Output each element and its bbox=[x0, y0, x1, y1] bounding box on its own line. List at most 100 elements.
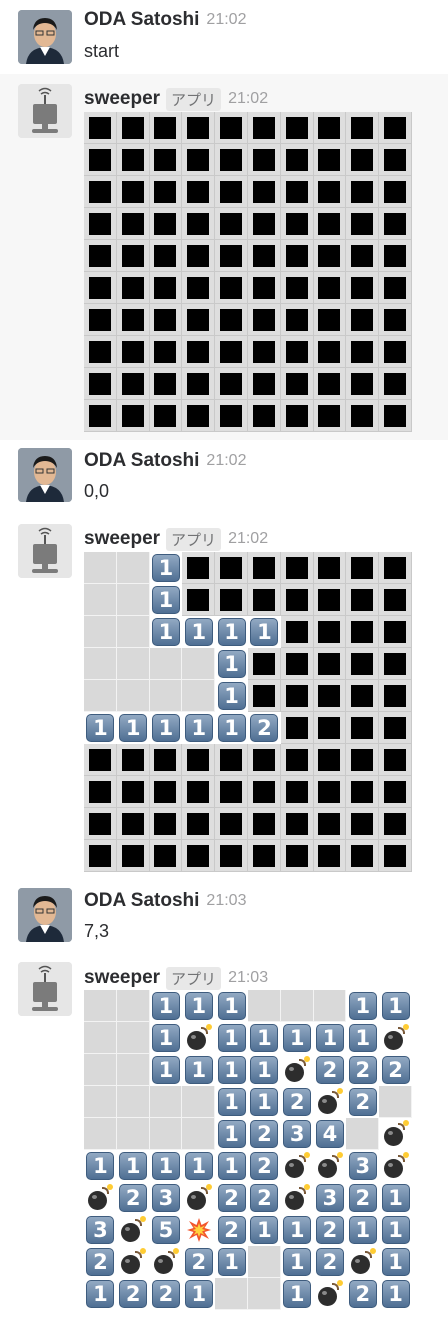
number-keycap-icon: 3 bbox=[86, 1216, 115, 1244]
number-cell: 1 bbox=[280, 1278, 314, 1310]
hidden-cell bbox=[116, 336, 150, 368]
hidden-cell bbox=[346, 648, 380, 680]
hidden-cell bbox=[149, 400, 183, 432]
timestamp[interactable]: 21:02 bbox=[228, 90, 268, 108]
number-keycap-icon: 2 bbox=[250, 714, 279, 742]
hidden-cell bbox=[215, 400, 248, 432]
bomb-cell bbox=[379, 1022, 412, 1054]
number-keycap-icon: 2 bbox=[250, 1184, 279, 1212]
black-square-icon bbox=[154, 180, 177, 203]
hidden-cell bbox=[379, 240, 412, 272]
hidden-cell bbox=[84, 240, 117, 272]
hidden-cell bbox=[346, 112, 380, 144]
username[interactable]: sweeper bbox=[84, 88, 160, 110]
hidden-cell bbox=[182, 240, 216, 272]
black-square-icon bbox=[121, 748, 144, 771]
black-square-icon bbox=[252, 308, 275, 331]
number-cell: 1 bbox=[379, 1182, 412, 1214]
timestamp[interactable]: 21:02 bbox=[206, 452, 246, 470]
hidden-cell bbox=[84, 400, 117, 432]
number-cell: 2 bbox=[379, 1054, 412, 1086]
hidden-cell bbox=[248, 208, 281, 240]
timestamp[interactable]: 21:02 bbox=[206, 11, 246, 29]
number-cell: 2 bbox=[346, 1182, 380, 1214]
username[interactable]: ODA Satoshi bbox=[84, 9, 199, 31]
hidden-cell bbox=[313, 712, 347, 744]
hidden-cell bbox=[215, 272, 248, 304]
person-avatar[interactable] bbox=[18, 888, 72, 942]
hidden-cell bbox=[84, 144, 117, 176]
black-square-icon bbox=[187, 844, 210, 867]
number-cell: 1 bbox=[346, 1022, 380, 1054]
timestamp[interactable]: 21:02 bbox=[228, 530, 268, 548]
hidden-cell bbox=[248, 368, 281, 400]
number-cell: 1 bbox=[149, 712, 183, 744]
number-keycap-icon: 2 bbox=[315, 1056, 344, 1084]
number-keycap-icon: 1 bbox=[86, 1152, 115, 1180]
number-keycap-icon: 1 bbox=[217, 1056, 246, 1084]
hidden-cell bbox=[149, 744, 183, 776]
black-square-icon bbox=[351, 340, 374, 363]
hidden-cell bbox=[313, 552, 347, 584]
black-square-icon bbox=[220, 308, 243, 331]
black-square-icon bbox=[285, 716, 308, 739]
number-keycap-icon: 2 bbox=[250, 1152, 279, 1180]
number-cell: 1 bbox=[215, 990, 248, 1022]
message-header: sweeper アプリ 21:02 bbox=[84, 526, 268, 552]
hidden-cell bbox=[182, 304, 216, 336]
timestamp[interactable]: 21:03 bbox=[228, 969, 268, 987]
black-square-icon bbox=[384, 844, 407, 867]
number-keycap-icon: 1 bbox=[151, 586, 180, 614]
number-cell: 1 bbox=[215, 648, 248, 680]
number-keycap-icon: 1 bbox=[151, 714, 180, 742]
username[interactable]: sweeper bbox=[84, 967, 160, 989]
black-square-icon bbox=[121, 780, 144, 803]
number-cell: 1 bbox=[379, 1246, 412, 1278]
black-square-icon bbox=[318, 652, 341, 675]
number-keycap-icon: 3 bbox=[348, 1152, 377, 1180]
black-square-icon bbox=[220, 844, 243, 867]
black-square-icon bbox=[154, 372, 177, 395]
username[interactable]: ODA Satoshi bbox=[84, 450, 199, 472]
bomb-cell bbox=[182, 1182, 216, 1214]
hidden-cell bbox=[346, 584, 380, 616]
number-keycap-icon: 1 bbox=[250, 618, 279, 646]
black-square-icon bbox=[187, 588, 210, 611]
number-cell: 1 bbox=[379, 1278, 412, 1310]
black-square-icon bbox=[285, 844, 308, 867]
robot-avatar[interactable] bbox=[18, 84, 72, 138]
hidden-cell bbox=[280, 208, 314, 240]
black-square-icon bbox=[154, 812, 177, 835]
person-avatar[interactable] bbox=[18, 448, 72, 502]
username[interactable]: ODA Satoshi bbox=[84, 890, 199, 912]
bomb-icon bbox=[284, 1184, 311, 1211]
number-cell: 1 bbox=[84, 1150, 117, 1182]
black-square-icon bbox=[351, 180, 374, 203]
black-square-icon bbox=[351, 716, 374, 739]
hidden-cell bbox=[313, 368, 347, 400]
black-square-icon bbox=[384, 276, 407, 299]
black-square-icon bbox=[154, 308, 177, 331]
robot-avatar[interactable] bbox=[18, 962, 72, 1016]
black-square-icon bbox=[154, 844, 177, 867]
person-avatar[interactable] bbox=[18, 10, 72, 64]
empty-cell bbox=[248, 1278, 281, 1310]
empty-cell bbox=[84, 990, 117, 1022]
black-square-icon bbox=[88, 812, 111, 835]
empty-cell bbox=[280, 990, 314, 1022]
bomb-icon bbox=[317, 1088, 343, 1115]
bomb-icon bbox=[317, 1280, 343, 1307]
bomb-icon bbox=[383, 1152, 409, 1179]
hidden-cell bbox=[346, 336, 380, 368]
number-keycap-icon: 1 bbox=[250, 1024, 279, 1052]
robot-avatar[interactable] bbox=[18, 524, 72, 578]
empty-cell bbox=[182, 648, 216, 680]
number-cell: 1 bbox=[248, 1054, 281, 1086]
black-square-icon bbox=[318, 372, 341, 395]
username[interactable]: sweeper bbox=[84, 528, 160, 550]
timestamp[interactable]: 21:03 bbox=[206, 892, 246, 910]
black-square-icon bbox=[154, 340, 177, 363]
number-keycap-icon: 3 bbox=[283, 1120, 312, 1148]
hidden-cell bbox=[280, 744, 314, 776]
app-badge: アプリ bbox=[166, 527, 222, 551]
